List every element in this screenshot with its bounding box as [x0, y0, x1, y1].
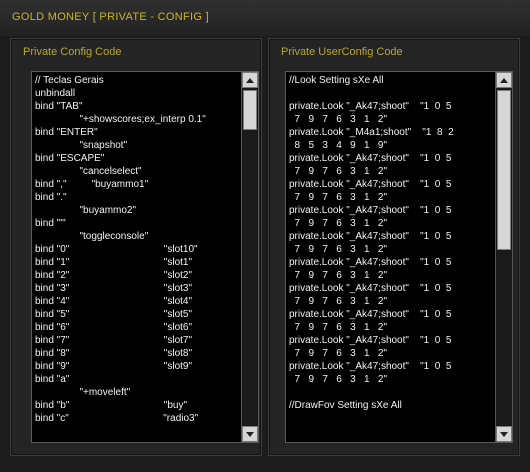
code-line: "cancelselect"	[35, 166, 142, 177]
private-userconfig-textarea[interactable]: //Look Setting sXe All private.Look "_Ak…	[285, 71, 513, 443]
code-line: 8 5 3 4 9 1 9"	[289, 140, 388, 151]
code-line: 7 9 7 6 3 1 2"	[289, 270, 388, 281]
code-line: bind "c" "radio3"	[35, 413, 199, 424]
code-line: bind "," "buyammo1"	[35, 179, 149, 190]
code-line: //Look Setting sXe All	[289, 75, 384, 86]
code-line: private.Look "_Ak47;shoot" "1 0 5	[289, 335, 452, 346]
code-line: private.Look "_Ak47;shoot" "1 0 5	[289, 153, 452, 164]
code-line: private.Look "_M4a1;shoot" "1 8 2	[289, 127, 454, 138]
code-line: bind "9" "slot9"	[35, 361, 193, 372]
private-config-textarea[interactable]: // Teclas Gerais unbindall bind "TAB" "+sh…	[31, 71, 259, 443]
scroll-thumb[interactable]	[243, 90, 257, 130]
scroll-up-arrow-icon	[246, 77, 254, 83]
code-line: // Teclas Gerais	[35, 75, 104, 86]
code-line: bind "6" "slot6"	[35, 322, 193, 333]
code-line: bind "1" "slot1"	[35, 257, 193, 268]
code-line: private.Look "_Ak47;shoot" "1 0 5	[289, 231, 452, 242]
code-line: bind "a"	[35, 374, 70, 385]
code-line: bind "2" "slot2"	[35, 270, 193, 281]
scroll-down-button[interactable]	[496, 426, 512, 442]
code-line: bind "."	[35, 192, 67, 203]
code-line: 7 9 7 6 3 1 2"	[289, 348, 388, 359]
code-line: private.Look "_Ak47;shoot" "1 0 5	[289, 205, 452, 216]
private-config-code[interactable]: // Teclas Gerais unbindall bind "TAB" "+sh…	[35, 74, 225, 425]
code-line: bind "3" "slot3"	[35, 283, 193, 294]
code-line: private.Look "_Ak47;shoot" "1 0 5	[289, 283, 452, 294]
code-line: bind "7" "slot7"	[35, 335, 193, 346]
code-line: 7 9 7 6 3 1 2"	[289, 374, 388, 385]
code-line: bind "8" "slot8"	[35, 348, 193, 359]
code-line: 7 9 7 6 3 1 2"	[289, 296, 388, 307]
code-line: 7 9 7 6 3 1 2"	[289, 322, 388, 333]
code-line: private.Look "_Ak47;shoot" "1 0 5	[289, 309, 452, 320]
private-config-panel: Private Config Code // Teclas Gerais unbi…	[10, 38, 262, 456]
code-line: private.Look "_Ak47;shoot" "1 0 5	[289, 257, 452, 268]
code-line: private.Look "_Ak47;shoot" "1 0 5	[289, 179, 452, 190]
code-line: bind "b" "buy"	[35, 400, 188, 411]
code-line: "buyammo2"	[35, 205, 137, 216]
scroll-thumb[interactable]	[497, 90, 511, 250]
private-userconfig-scrollbar[interactable]	[495, 72, 512, 442]
code-line: //DrawFov Setting sXe All	[289, 400, 402, 411]
scroll-down-button[interactable]	[242, 426, 258, 442]
scroll-down-arrow-icon	[246, 431, 254, 437]
code-line: private.Look "_Ak47;shoot" "1 0 5	[289, 101, 452, 112]
scroll-up-button[interactable]	[242, 72, 258, 88]
code-line: bind "ENTER"	[35, 127, 98, 138]
code-line: "toggleconsole"	[35, 231, 149, 242]
code-line: "snapshot"	[35, 140, 128, 151]
private-config-title: Private Config Code	[23, 46, 122, 58]
scroll-up-arrow-icon	[500, 77, 508, 83]
title-bar: GOLD MONEY [ PRIVATE - CONFIG ]	[0, 0, 530, 36]
code-line: bind "0" "slot10"	[35, 244, 198, 255]
scroll-up-button[interactable]	[496, 72, 512, 88]
code-line: 7 9 7 6 3 1 2"	[289, 244, 388, 255]
code-line: private.Look "_Ak47;shoot" "1 0 5	[289, 361, 452, 372]
scroll-down-arrow-icon	[500, 431, 508, 437]
code-line: 7 9 7 6 3 1 2"	[289, 166, 388, 177]
window-title: GOLD MONEY [ PRIVATE - CONFIG ]	[12, 11, 209, 23]
code-line: "+moveleft"	[35, 387, 131, 398]
code-line: bind "ESCAPE"	[35, 153, 105, 164]
code-line: bind "5" "slot5"	[35, 309, 193, 320]
code-line: 7 9 7 6 3 1 2"	[289, 192, 388, 203]
code-line: bind "'"	[35, 218, 66, 229]
private-userconfig-code[interactable]: //Look Setting sXe All private.Look "_Ak…	[289, 74, 479, 412]
code-line: bind "TAB"	[35, 101, 83, 112]
private-userconfig-title: Private UserConfig Code	[281, 46, 403, 58]
code-line: bind "4" "slot4"	[35, 296, 193, 307]
code-line: unbindall	[35, 88, 76, 99]
code-line: "+showscores;ex_interp 0.1"	[35, 114, 206, 125]
private-userconfig-panel: Private UserConfig Code //Look Setting s…	[268, 38, 520, 456]
private-config-scrollbar[interactable]	[241, 72, 258, 442]
code-line: 7 9 7 6 3 1 2"	[289, 218, 388, 229]
code-line: 7 9 7 6 3 1 2"	[289, 114, 388, 125]
